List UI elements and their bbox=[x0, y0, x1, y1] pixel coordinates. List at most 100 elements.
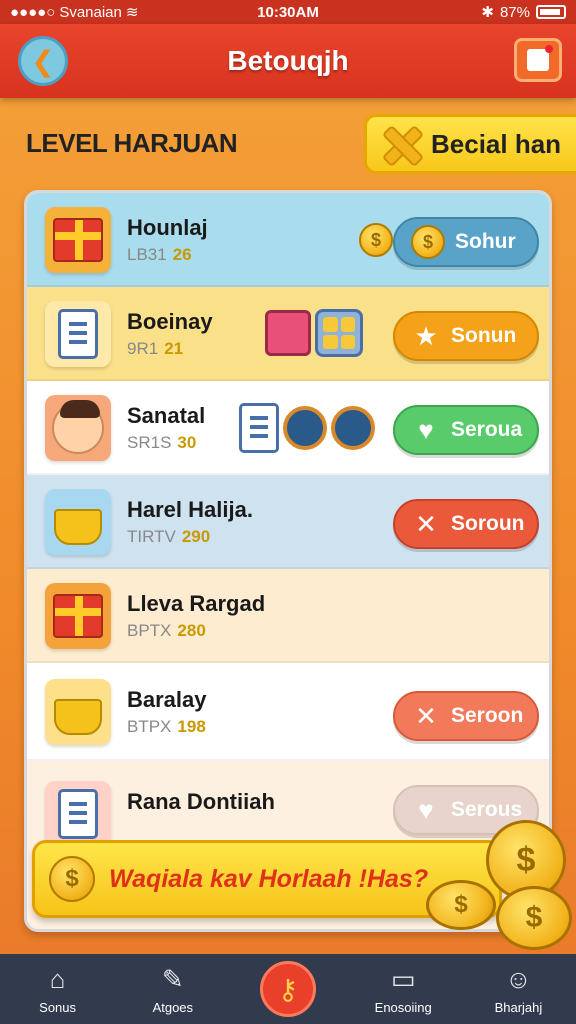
home-icon: ⌂ bbox=[49, 964, 66, 994]
level-code: LB31 bbox=[127, 245, 167, 264]
reward-decoration: $ bbox=[359, 223, 393, 257]
nav-label: Enosoiing bbox=[374, 999, 432, 1015]
page-title: Betouqjh bbox=[227, 45, 349, 76]
level-action-button[interactable]: ✕ Seroon bbox=[393, 691, 539, 741]
edit-icon bbox=[527, 45, 553, 71]
level-score: 290 bbox=[181, 527, 211, 546]
button-label: Serous bbox=[451, 798, 523, 821]
level-name: Boeinay bbox=[127, 309, 213, 334]
level-info: BTPX 198 bbox=[127, 717, 206, 737]
level-name: Rana Dontiiah bbox=[127, 789, 275, 814]
list-item[interactable]: Hounlaj LB31 26 $ $ Sohur bbox=[27, 193, 549, 287]
button-label: Sohur bbox=[455, 230, 516, 253]
level-code: 9R1 bbox=[127, 339, 159, 358]
list-item[interactable]: Harel Halija. TIRTV 290 ✕ Soroun bbox=[27, 475, 549, 569]
edit-button[interactable] bbox=[514, 38, 562, 82]
coin-icon: $ bbox=[411, 225, 445, 259]
status-bar: ●●●●○ Svanaian ≋ 10:30AM ✱ 87% bbox=[0, 0, 576, 24]
level-name: Baralay bbox=[127, 687, 207, 712]
level-code: BTPX bbox=[127, 717, 172, 736]
list-item[interactable]: Baralay BTPX 198 ✕ Seroon bbox=[27, 663, 549, 761]
level-score: 198 bbox=[177, 717, 206, 736]
clipboard-icon bbox=[45, 781, 111, 847]
button-label: Seroon bbox=[451, 704, 524, 727]
book-icon bbox=[265, 310, 311, 356]
special-button-label: Becial han bbox=[431, 128, 562, 159]
level-code: BPTX bbox=[127, 621, 172, 640]
dial-icon bbox=[283, 406, 327, 450]
star-icon: ★ bbox=[414, 320, 438, 351]
banner-text: Waqiala kav Horlaah !Has? bbox=[109, 864, 429, 893]
nav-item-center[interactable]: ⚷ bbox=[230, 961, 345, 1017]
chevron-left-icon: ❮ bbox=[31, 45, 55, 77]
list-item[interactable]: Boeinay 9R1 21 ★ Sonun bbox=[27, 287, 549, 381]
signal-icon: ●●●●○ bbox=[10, 3, 56, 21]
level-code: TIRTV bbox=[127, 527, 176, 546]
nav-item-tools[interactable]: ✎ Atgoes bbox=[115, 964, 230, 1015]
nav-item-home[interactable]: ⌂ Sonus bbox=[0, 964, 115, 1015]
coin-icon: $ bbox=[359, 223, 393, 257]
level-info: TIRTV 290 bbox=[127, 527, 210, 547]
level-name: Sanatal bbox=[127, 403, 206, 428]
gift-icon bbox=[45, 583, 111, 649]
level-name: Harel Halija. bbox=[127, 497, 253, 522]
level-action-button[interactable]: ★ Sonun bbox=[393, 311, 539, 361]
bluetooth-icon: ✱ bbox=[481, 4, 494, 21]
level-score: 30 bbox=[177, 433, 197, 452]
list-item[interactable]: Lleva Rargad BPTX 280 bbox=[27, 569, 549, 663]
level-action-button[interactable]: ♥ Seroua bbox=[393, 405, 539, 455]
status-left: ●●●●○ Svanaian ≋ bbox=[10, 3, 139, 22]
level-code: SR1S bbox=[127, 433, 172, 452]
nav-label: Atgoes bbox=[152, 999, 194, 1015]
close-icon: ✕ bbox=[415, 508, 437, 539]
dial-icon bbox=[331, 406, 375, 450]
level-name: Hounlaj bbox=[127, 215, 208, 240]
bottom-nav: ⌂ Sonus ✎ Atgoes ⚷ ▭ Enosoiing ☺ Bharjah… bbox=[0, 954, 576, 1024]
status-right: ✱ 87% bbox=[481, 3, 566, 21]
level-action-button[interactable]: ✕ Soroun bbox=[393, 499, 539, 549]
tools-icon: ✎ bbox=[161, 964, 184, 994]
button-label: Soroun bbox=[451, 512, 525, 535]
level-score: 21 bbox=[164, 339, 184, 358]
monitor-icon: ▭ bbox=[390, 964, 416, 994]
coin-icon: $ bbox=[49, 856, 95, 902]
level-info: BPTX 280 bbox=[127, 621, 206, 641]
nav-label: Bharjahj bbox=[494, 999, 543, 1015]
reward-decoration bbox=[239, 403, 375, 453]
pot-icon bbox=[45, 679, 111, 745]
level-score: 280 bbox=[177, 621, 206, 640]
clipboard-icon bbox=[239, 403, 279, 453]
level-action-button[interactable]: $ Sohur bbox=[393, 217, 539, 267]
close-icon: ✕ bbox=[415, 700, 437, 731]
special-button[interactable]: Becial han bbox=[364, 114, 576, 174]
wifi-icon: ≋ bbox=[125, 4, 139, 21]
level-info: SR1S 30 bbox=[127, 433, 196, 453]
battery-icon bbox=[536, 5, 566, 19]
coin-pile-icon: $ $ $ bbox=[426, 820, 576, 950]
list-item[interactable]: Sanatal SR1S 30 ♥ Seroua bbox=[27, 381, 549, 475]
level-info: 9R1 21 bbox=[127, 339, 183, 359]
button-label: Seroua bbox=[451, 418, 523, 441]
reward-decoration bbox=[265, 309, 363, 357]
key-icon: ⚷ bbox=[260, 961, 316, 1017]
nav-item-monitor[interactable]: ▭ Enosoiing bbox=[346, 964, 461, 1015]
heart-icon: ♥ bbox=[418, 414, 434, 445]
carrier-label: Svanaian bbox=[59, 3, 122, 21]
nav-item-profile[interactable]: ☺ Bharjahj bbox=[461, 964, 576, 1015]
pot-icon bbox=[45, 489, 111, 555]
profile-icon: ☺ bbox=[505, 964, 532, 994]
gift-icon bbox=[45, 207, 111, 273]
level-info: LB31 26 bbox=[127, 245, 192, 265]
button-label: Sonun bbox=[451, 324, 517, 347]
level-section-title: LEVEL HARJUAN bbox=[26, 128, 238, 158]
battery-percent: 87% bbox=[499, 3, 530, 21]
level-name: Lleva Rargad bbox=[127, 591, 266, 616]
crossed-swords-icon bbox=[381, 125, 419, 163]
clipboard-icon bbox=[45, 301, 111, 367]
header-bar: ❮ Betouqjh bbox=[0, 24, 576, 98]
grid-icon bbox=[315, 309, 363, 357]
nav-label: Sonus bbox=[39, 999, 77, 1015]
level-score: 26 bbox=[172, 245, 192, 264]
back-button[interactable]: ❮ bbox=[18, 36, 68, 86]
avatar-icon bbox=[45, 395, 111, 461]
